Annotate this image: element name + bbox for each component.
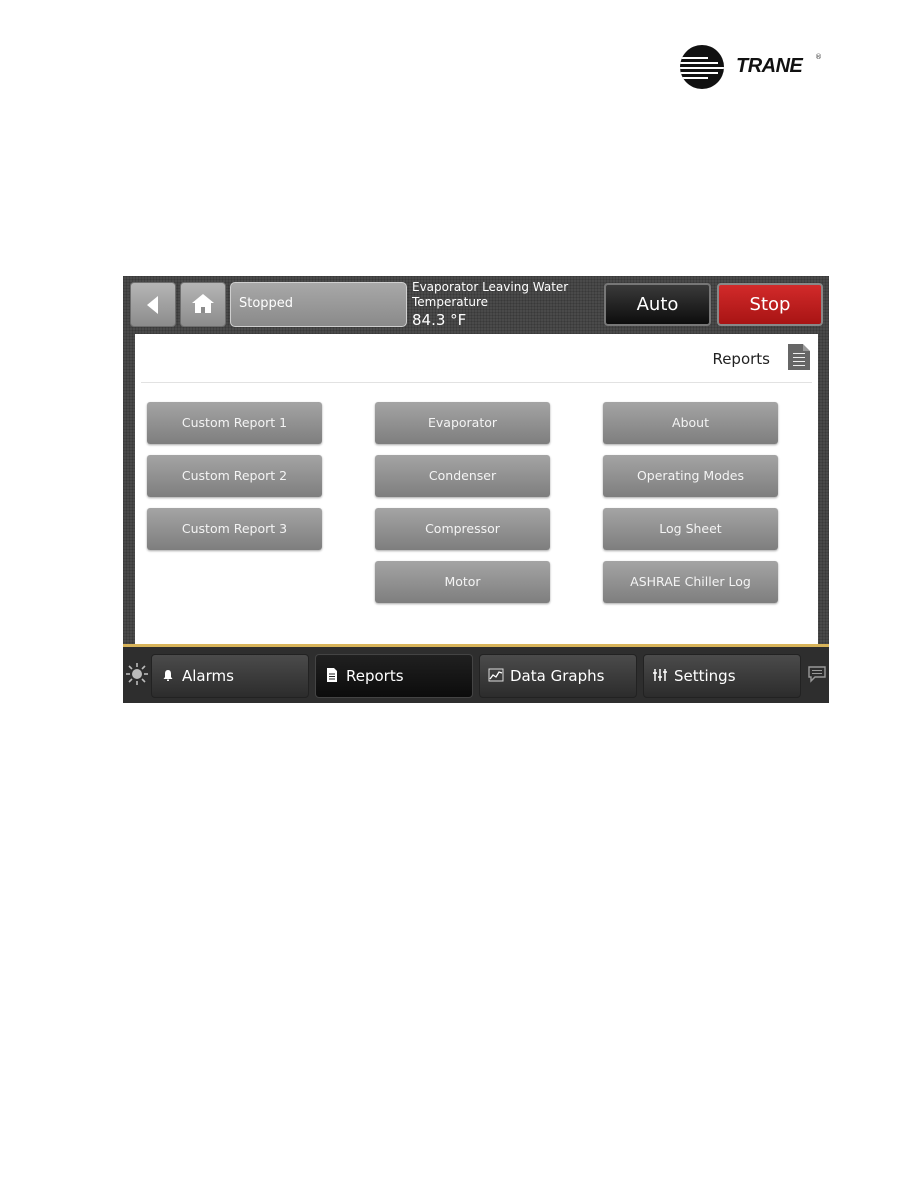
controller-screen: Stopped Evaporator Leaving Water Tempera…	[123, 276, 829, 703]
graph-icon	[488, 668, 504, 682]
auto-button[interactable]: Auto	[604, 283, 711, 326]
chat-icon[interactable]	[807, 665, 827, 683]
ashrae-chiller-log-button[interactable]: ASHRAE Chiller Log	[603, 561, 778, 603]
back-arrow-icon	[147, 296, 158, 314]
tab-data-graphs[interactable]: Data Graphs	[479, 654, 637, 698]
evaporator-report-button[interactable]: Evaporator	[375, 402, 550, 444]
tab-reports-label: Reports	[346, 667, 404, 685]
document-icon	[788, 344, 810, 370]
tab-reports[interactable]: Reports	[315, 654, 473, 698]
home-icon	[192, 294, 214, 303]
stop-button[interactable]: Stop	[717, 283, 823, 326]
title-divider	[141, 382, 812, 383]
document-icon	[327, 668, 337, 682]
home-button[interactable]	[180, 282, 226, 327]
custom-report-1-button[interactable]: Custom Report 1	[147, 402, 322, 444]
tab-data-graphs-label: Data Graphs	[510, 667, 605, 685]
temperature-value: 84.3 °F	[412, 311, 467, 329]
back-button[interactable]	[130, 282, 176, 327]
temperature-label: Evaporator Leaving Water Temperature	[412, 280, 569, 309]
chiller-status[interactable]: Stopped	[230, 282, 407, 327]
compressor-report-button[interactable]: Compressor	[375, 508, 550, 550]
reports-panel: Reports Custom Report 1 Custom Report 2 …	[135, 334, 818, 644]
log-sheet-report-button[interactable]: Log Sheet	[603, 508, 778, 550]
tab-alarms-label: Alarms	[182, 667, 234, 685]
sliders-icon	[653, 669, 667, 681]
chiller-status-text: Stopped	[239, 296, 294, 311]
bell-icon	[163, 670, 173, 681]
trane-logo-mark-icon	[680, 45, 724, 89]
sun-icon[interactable]	[126, 663, 148, 685]
trane-logo: TRANE ®	[680, 45, 825, 91]
about-report-button[interactable]: About	[603, 402, 778, 444]
custom-report-2-button[interactable]: Custom Report 2	[147, 455, 322, 497]
condenser-report-button[interactable]: Condenser	[375, 455, 550, 497]
tab-settings-label: Settings	[674, 667, 736, 685]
page-title: Reports	[712, 350, 770, 368]
custom-report-3-button[interactable]: Custom Report 3	[147, 508, 322, 550]
tab-alarms[interactable]: Alarms	[151, 654, 309, 698]
trane-wordmark: TRANE	[736, 55, 803, 77]
footer-nav: Alarms Reports Data Graphs Settings	[123, 647, 829, 703]
motor-report-button[interactable]: Motor	[375, 561, 550, 603]
tab-settings[interactable]: Settings	[643, 654, 801, 698]
operating-modes-report-button[interactable]: Operating Modes	[603, 455, 778, 497]
registered-mark: ®	[815, 53, 822, 61]
